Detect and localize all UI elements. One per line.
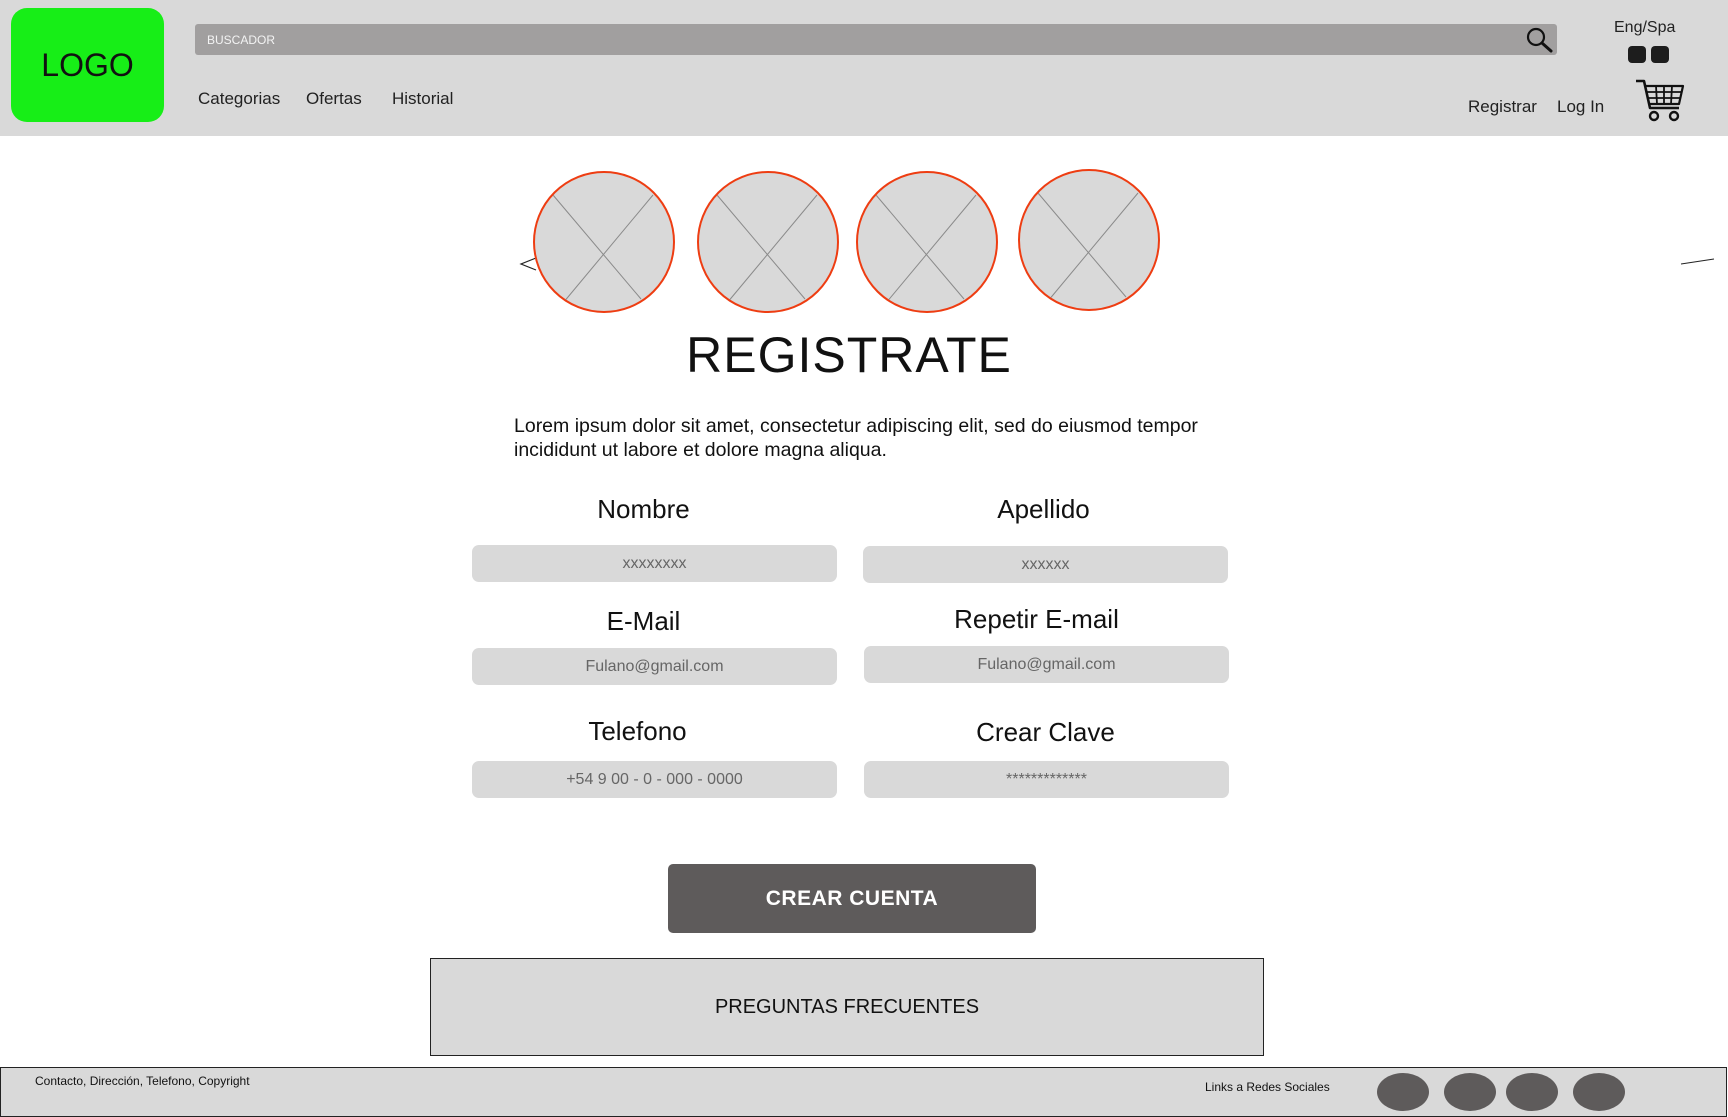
label-apellido: Apellido bbox=[997, 494, 1090, 524]
image-placeholder-icon bbox=[875, 194, 977, 304]
clave-field-box bbox=[864, 761, 1229, 798]
telefono-field-box bbox=[472, 761, 837, 798]
chevron-right-icon[interactable] bbox=[1680, 255, 1715, 267]
apellido-field-box bbox=[863, 546, 1228, 583]
language-label: Eng/Spa bbox=[1614, 19, 1676, 36]
nombre-input[interactable] bbox=[472, 545, 837, 582]
register-link[interactable]: Registrar bbox=[1468, 97, 1537, 117]
footer-social-label: Links a Redes Sociales bbox=[1205, 1080, 1330, 1094]
login-link[interactable]: Log In bbox=[1557, 97, 1604, 117]
social-link-1[interactable] bbox=[1377, 1073, 1429, 1111]
carousel-image-4[interactable] bbox=[1018, 169, 1160, 311]
nav-historial[interactable]: Historial bbox=[392, 89, 453, 109]
carousel-image-2[interactable] bbox=[697, 171, 839, 313]
carousel-image-1[interactable] bbox=[533, 171, 675, 313]
apellido-input[interactable] bbox=[863, 546, 1228, 583]
image-placeholder-icon bbox=[1037, 192, 1139, 302]
social-link-2[interactable] bbox=[1444, 1073, 1496, 1111]
social-link-4[interactable] bbox=[1573, 1073, 1625, 1111]
nombre-field-box bbox=[472, 545, 837, 582]
header: LOGO Categorias Ofertas Historial Eng/Sp… bbox=[0, 0, 1728, 136]
search-bar bbox=[195, 24, 1557, 55]
password-input[interactable] bbox=[864, 761, 1229, 798]
social-link-3[interactable] bbox=[1506, 1073, 1558, 1111]
repeat-email-input[interactable] bbox=[864, 646, 1229, 683]
footer: Contacto, Dirección, Telefono, Copyright… bbox=[0, 1067, 1727, 1117]
label-email: E-Mail bbox=[606, 606, 681, 636]
language-english-button[interactable] bbox=[1628, 46, 1646, 63]
label-repeat-email: Repetir E-mail bbox=[954, 604, 1119, 634]
telefono-input[interactable] bbox=[472, 761, 837, 798]
cart-icon[interactable] bbox=[1635, 78, 1685, 122]
repeat-email-field-box bbox=[864, 646, 1229, 683]
nav-ofertas[interactable]: Ofertas bbox=[306, 89, 362, 109]
carousel-image-3[interactable] bbox=[856, 171, 998, 313]
footer-info: Contacto, Dirección, Telefono, Copyright bbox=[35, 1074, 250, 1088]
logo[interactable]: LOGO bbox=[11, 8, 164, 122]
email-input[interactable] bbox=[472, 648, 837, 685]
language-spanish-button[interactable] bbox=[1651, 46, 1669, 63]
search-icon[interactable] bbox=[1525, 27, 1553, 53]
label-nombre: Nombre bbox=[597, 494, 690, 524]
image-placeholder-icon bbox=[552, 194, 654, 304]
page-description: Lorem ipsum dolor sit amet, consectetur … bbox=[514, 415, 1198, 461]
label-telefono: Telefono bbox=[588, 716, 687, 746]
search-input[interactable] bbox=[195, 24, 1507, 55]
nav-categorias[interactable]: Categorias bbox=[198, 89, 280, 109]
email-field-box bbox=[472, 648, 837, 685]
create-account-button[interactable]: CREAR CUENTA bbox=[668, 864, 1036, 933]
label-crear-clave: Crear Clave bbox=[976, 717, 1115, 747]
image-placeholder-icon bbox=[716, 194, 818, 304]
faq-button[interactable]: PREGUNTAS FRECUENTES bbox=[430, 958, 1264, 1056]
page-title: REGISTRATE bbox=[686, 327, 1012, 383]
